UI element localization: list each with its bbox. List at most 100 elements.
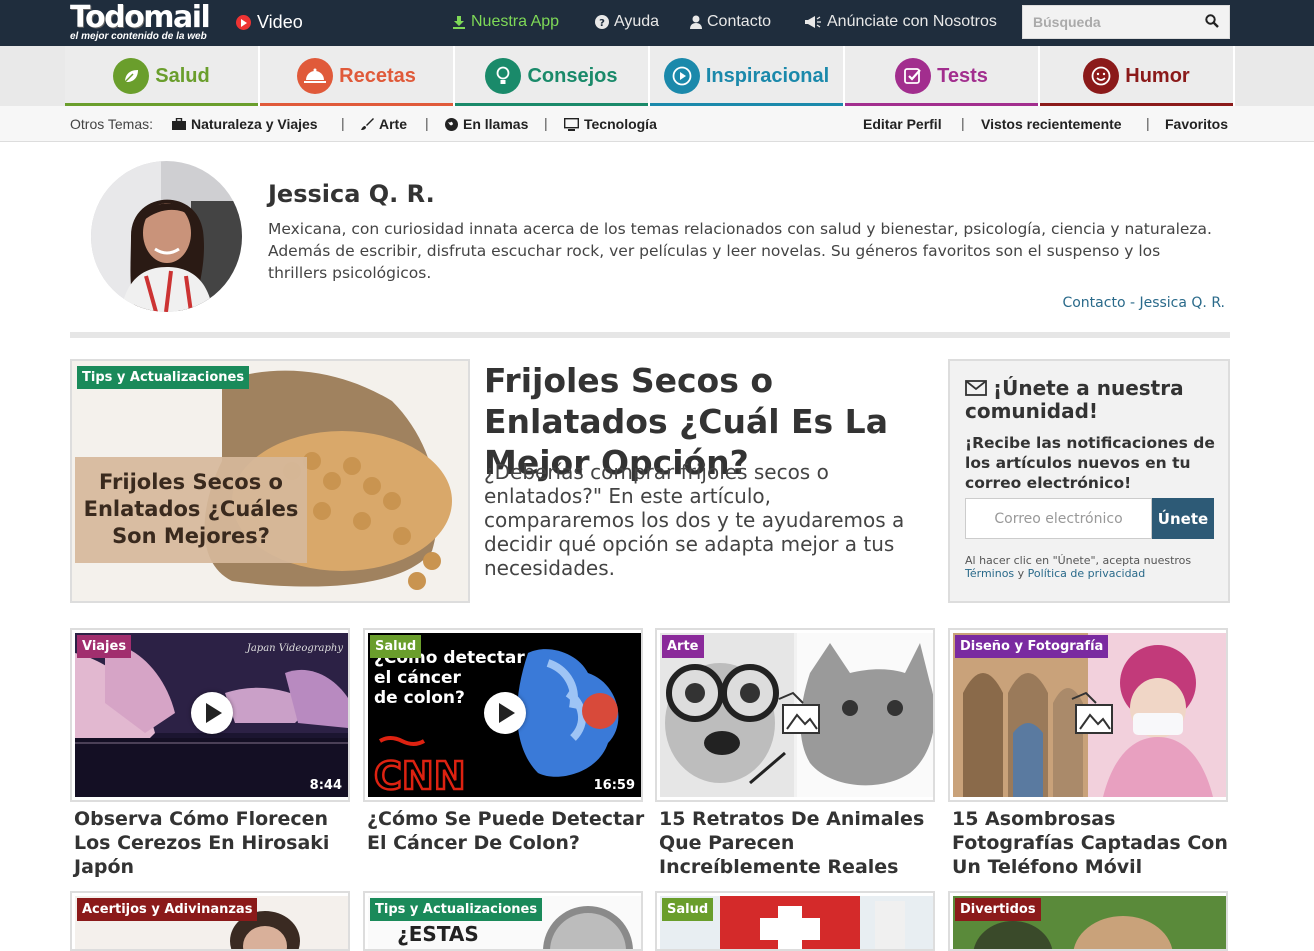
dish-icon <box>297 58 334 94</box>
legal-and: y <box>1017 567 1025 580</box>
topic-label: Tecnología <box>584 116 657 132</box>
article-card[interactable]: ¿Cómo detectar el cáncer de colon? CNN 1… <box>363 628 643 802</box>
article-card[interactable]: ¿ESTAS Tips y Actualizaciones <box>363 891 643 951</box>
top-bar: Todomail el mejor contenido de la web Vi… <box>0 0 1314 46</box>
subscribe-text: ¡Recibe las notificaciones de los artícu… <box>965 434 1215 492</box>
category-badge[interactable]: Diseño y Fotografía <box>955 635 1109 658</box>
profile-bio: Mexicana, con curiosidad innata acerca d… <box>268 220 1212 282</box>
join-button[interactable]: Únete <box>1152 498 1214 539</box>
category-badge[interactable]: Tips y Actualizaciones <box>370 898 543 921</box>
video-duration: 16:59 <box>593 778 635 793</box>
gallery-icon[interactable] <box>777 691 825 737</box>
article-title[interactable]: 15 Retratos De Animales Que Parecen Incr… <box>659 807 939 879</box>
play-button-icon[interactable] <box>484 692 526 734</box>
search-input[interactable] <box>1023 6 1193 38</box>
category-consejos[interactable]: Consejos <box>455 46 650 106</box>
article-title[interactable]: Observa Cómo Florecen Los Cerezos En Hir… <box>74 807 354 879</box>
image-text-line1: Frijoles Secos o <box>99 470 283 494</box>
category-badge[interactable]: Salud <box>662 898 714 921</box>
svg-text:el cáncer: el cáncer <box>374 668 462 688</box>
suitcase-icon <box>172 118 186 130</box>
article-card[interactable]: Diseño y Fotografía <box>948 628 1228 802</box>
check-icon <box>895 58 932 94</box>
article-card[interactable]: Divertidos <box>948 891 1228 951</box>
article-card[interactable]: Acertijos y Adivinanzas <box>70 891 350 951</box>
category-badge[interactable]: Arte <box>662 635 704 658</box>
category-label: Inspiracional <box>705 64 830 87</box>
category-badge[interactable]: Divertidos <box>955 898 1041 921</box>
nav-contact-label: Contacto <box>707 13 772 30</box>
separator: | <box>544 115 548 131</box>
profile-contact-link[interactable]: Contacto - Jessica Q. R. <box>1062 295 1225 311</box>
separator: | <box>425 115 429 131</box>
subscribe-legal: Al hacer clic en "Únete", acepta nuestro… <box>965 554 1225 580</box>
video-watermark: Japan Videography <box>245 643 344 654</box>
category-badge[interactable]: Salud <box>370 635 422 658</box>
gallery-icon[interactable] <box>1070 691 1118 737</box>
privacy-link[interactable]: Política de privacidad <box>1028 567 1146 580</box>
svg-text:de colon?: de colon? <box>374 688 465 708</box>
category-bar: Salud Recetas Consejos Inspiracional Tes… <box>0 46 1314 106</box>
topic-arte[interactable]: Arte <box>360 116 407 132</box>
overlay-text: ¿ESTAS <box>397 922 479 946</box>
category-badge[interactable]: Tips y Actualizaciones <box>77 366 250 389</box>
category-inspiracional[interactable]: Inspiracional <box>650 46 845 106</box>
video-link[interactable]: Video <box>236 12 303 33</box>
nav-advertise-link[interactable]: Anúnciate con Nosotros <box>804 13 997 31</box>
globe-icon <box>445 117 458 131</box>
terms-link[interactable]: Términos <box>965 567 1014 580</box>
subscribe-box: ¡Únete a nuestra comunidad! ¡Recibe las … <box>948 359 1230 603</box>
nav-help-link[interactable]: ? Ayuda <box>595 13 659 31</box>
recently-viewed-link[interactable]: Vistos recientemente <box>981 116 1122 132</box>
featured-description: ¿Deberías comprar frijoles secos o enlat… <box>484 460 905 580</box>
smile-icon <box>1083 58 1120 94</box>
topic-naturaleza[interactable]: Naturaleza y Viajes <box>172 116 318 132</box>
category-label: Recetas <box>339 64 416 87</box>
bulb-icon <box>485 58 522 94</box>
featured-image[interactable]: Frijoles Secos o Enlatados ¿Cuáles Son M… <box>70 359 470 603</box>
separator: | <box>341 115 345 131</box>
image-text-line3: Son Mejores? <box>112 524 270 548</box>
play-button-icon[interactable] <box>191 692 233 734</box>
cnn-logo: CNN <box>374 754 466 797</box>
nav-contact-link[interactable]: Contacto <box>690 13 771 31</box>
image-text-line2: Enlatados ¿Cuáles <box>84 497 299 521</box>
category-label: Salud <box>155 64 210 87</box>
megaphone-icon <box>805 16 821 28</box>
topic-tecnologia[interactable]: Tecnología <box>564 116 657 132</box>
favorites-link[interactable]: Favoritos <box>1165 116 1228 132</box>
category-badge[interactable]: Viajes <box>77 635 132 658</box>
separator: | <box>1146 115 1150 131</box>
brush-icon <box>361 118 374 130</box>
search-icon[interactable] <box>1205 14 1219 28</box>
category-badge[interactable]: Acertijos y Adivinanzas <box>77 898 258 921</box>
article-card[interactable]: Japan Videography 8:44 Viajes <box>70 628 350 802</box>
logo-main-b: mail <box>143 0 211 35</box>
category-tests[interactable]: Tests <box>845 46 1040 106</box>
play-icon <box>663 58 700 94</box>
edit-profile-link[interactable]: Editar Perfil <box>863 116 942 132</box>
category-recetas[interactable]: Recetas <box>260 46 455 106</box>
nav-app-label: Nuestra App <box>471 13 560 30</box>
video-duration: 8:44 <box>309 778 342 793</box>
email-field[interactable] <box>965 498 1152 539</box>
logo[interactable]: Todomail el mejor contenido de la web <box>70 0 211 42</box>
logo-tagline: el mejor contenido de la web <box>70 31 207 42</box>
article-title[interactable]: 15 Asombrosas Fotografías Captadas Con U… <box>952 807 1232 879</box>
category-label: Consejos <box>527 64 618 87</box>
category-humor[interactable]: Humor <box>1040 46 1235 106</box>
nav-help-label: Ayuda <box>614 13 660 30</box>
envelope-icon <box>965 380 987 396</box>
nav-advertise-label: Anúnciate con Nosotros <box>827 13 997 30</box>
category-salud[interactable]: Salud <box>65 46 260 106</box>
category-label: Tests <box>937 64 988 87</box>
nav-app-link[interactable]: Nuestra App <box>452 13 559 31</box>
article-card[interactable]: Arte <box>655 628 935 802</box>
user-icon <box>690 15 702 29</box>
sub-nav: Otros Temas: Naturaleza y Viajes | Arte … <box>0 106 1314 142</box>
separator: | <box>961 115 965 131</box>
article-card[interactable]: Salud <box>655 891 935 951</box>
article-title[interactable]: ¿Cómo Se Puede Detectar El Cáncer De Col… <box>367 807 647 855</box>
logo-main: Todo <box>70 0 145 35</box>
topic-en-llamas[interactable]: En llamas <box>445 116 528 132</box>
